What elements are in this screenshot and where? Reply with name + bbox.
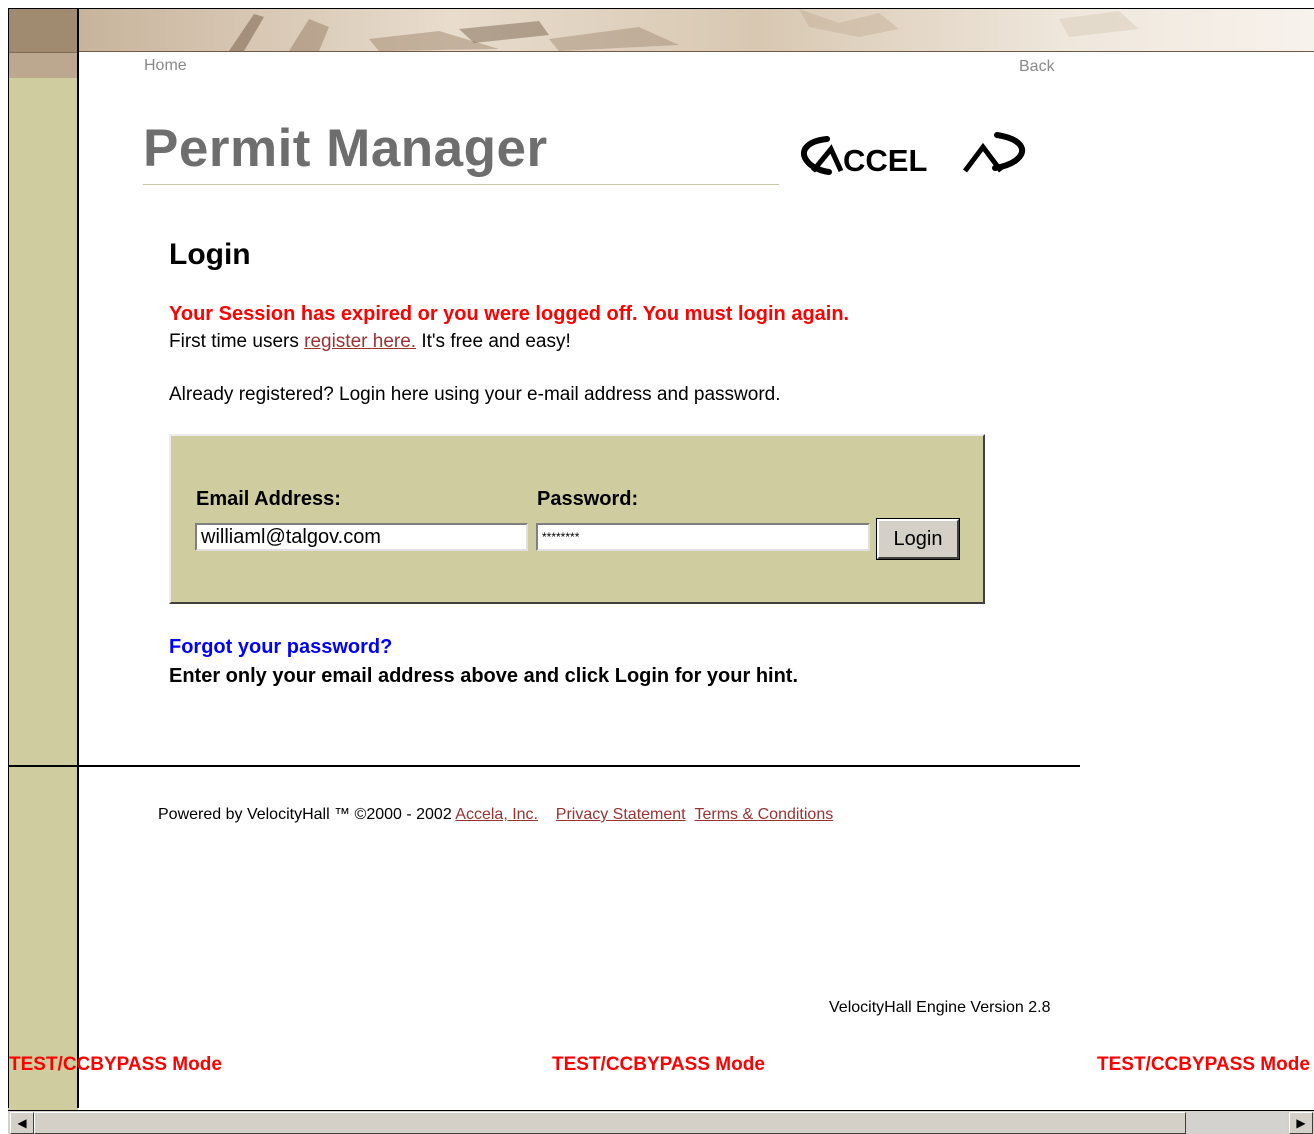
banner-bottom-border [79,51,1314,52]
first-time-prefix: First time users [169,331,305,352]
back-link[interactable]: Back [1019,58,1055,76]
first-time-users-text: First time users register here. It's fre… [169,331,571,353]
login-form-panel [169,434,985,604]
scroll-left-arrow-icon[interactable]: ◀ [10,1112,34,1134]
home-link[interactable]: Home [144,57,187,75]
rail-header-block [8,8,78,52]
scroll-right-arrow-icon[interactable]: ▶ [1289,1112,1313,1134]
first-time-suffix: It's free and easy! [416,331,571,352]
scrollbar-thumb[interactable] [34,1112,1186,1134]
scrollbar-track[interactable] [1187,1112,1287,1133]
test-mode-label-center: TEST/CCBYPASS Mode [552,1054,765,1075]
footer-divider [8,765,1080,767]
svg-text:CCEL: CCEL [843,143,927,178]
email-field[interactable] [195,523,528,551]
left-rail [8,78,78,1110]
accela-inc-link[interactable]: Accela, Inc. [455,806,538,823]
left-border [8,8,9,1108]
test-mode-label-right: TEST/CCBYPASS Mode [1097,1054,1310,1075]
forgot-password-hint: Enter only your email address above and … [169,665,799,687]
login-heading: Login [169,238,251,271]
engine-version: VelocityHall Engine Version 2.8 [829,999,1051,1016]
register-link[interactable]: register here. [304,331,416,352]
header-banner-image [79,9,1314,51]
email-label: Email Address: [196,488,341,510]
title-underline [143,184,779,185]
rail-subheader-block [8,52,78,79]
password-field[interactable] [536,523,870,551]
password-label: Password: [537,488,639,510]
powered-by-text: Powered by VelocityHall ™ ©2000 - 2002 [158,806,456,823]
privacy-statement-link[interactable]: Privacy Statement [556,806,686,823]
rail-divider [77,8,79,1108]
accela-logo: CCEL [797,127,1030,179]
footer-links: Powered by VelocityHall ™ ©2000 - 2002 A… [158,806,833,824]
app-title: Permit Manager [143,119,548,178]
forgot-password-link[interactable]: Forgot your password? [169,636,392,659]
already-registered-text: Already registered? Login here using you… [169,384,781,405]
test-mode-label-left: TEST/CCBYPASS Mode [9,1054,222,1075]
terms-conditions-link[interactable]: Terms & Conditions [695,806,834,823]
login-button[interactable]: Login [877,519,959,559]
session-expired-message: Your Session has expired or you were log… [169,303,850,325]
